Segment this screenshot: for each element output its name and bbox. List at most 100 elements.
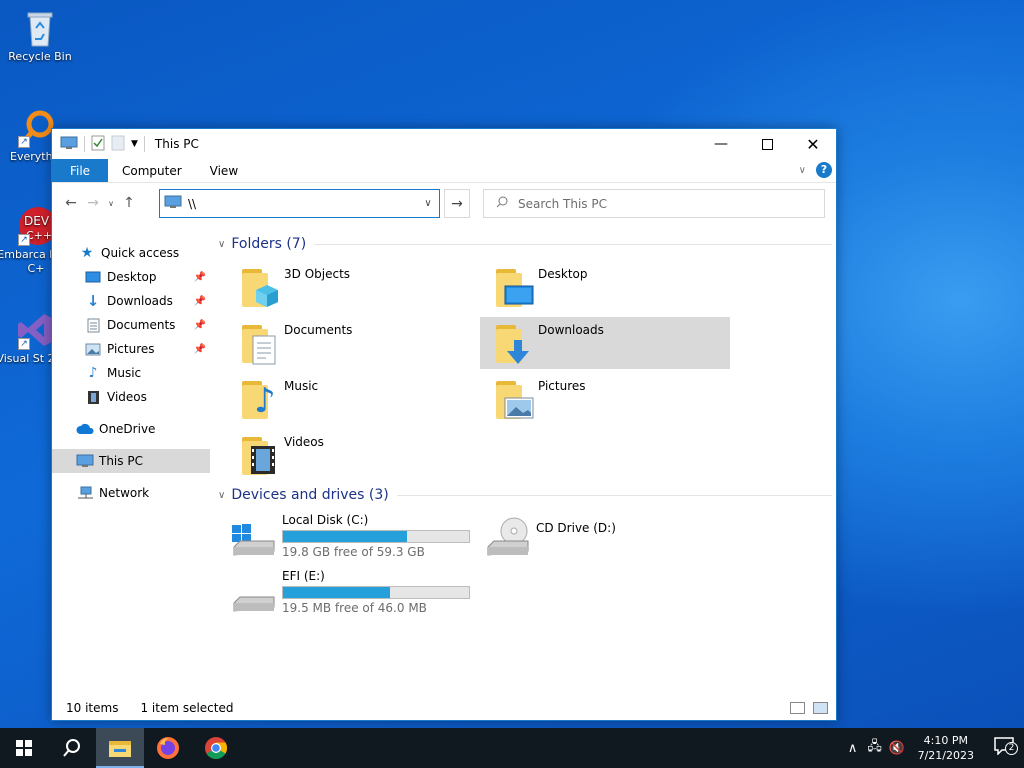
large-icons-view-icon[interactable] [813,702,828,714]
customize-toolbar-icon[interactable]: ▼ [131,139,138,149]
taskbar-chrome[interactable] [192,728,240,768]
folder-tile-music[interactable]: ♪ Music [232,373,482,425]
forward-button[interactable]: → [82,195,104,211]
status-bar: 10 items 1 item selected [52,696,836,720]
drive-tile-c[interactable]: Local Disk (C:) 19.8 GB free of 59.3 GB [230,513,480,565]
new-folder-icon[interactable] [111,135,125,154]
drive-label: CD Drive (D:) [536,521,616,535]
folder-label: Downloads [538,323,604,337]
music-note-icon: ♪ [88,365,98,381]
content-pane: ∨ Folders (7) 3D Objects Desktop Documen… [212,223,836,696]
cd-drive-icon [484,513,532,561]
drive-tile-d[interactable]: CD Drive (D:) [484,513,734,565]
folder-tile-3d-objects[interactable]: 3D Objects [232,261,482,313]
maximize-button[interactable] [744,129,790,159]
tab-view[interactable]: View [196,159,252,182]
sidebar-item-desktop[interactable]: Desktop 📌 [52,265,210,289]
drive-usage-bar [282,586,470,599]
sidebar-item-onedrive[interactable]: OneDrive [52,417,210,441]
address-input[interactable]: \\ [188,197,196,211]
folder-tile-downloads[interactable]: Downloads [480,317,730,369]
network-icon [76,485,94,501]
network-icon[interactable]: 🖧 [864,737,886,759]
hard-drive-icon [230,569,278,617]
search-button[interactable] [48,728,96,768]
section-title: Devices and drives (3) [231,487,389,503]
desktop-icon-label: Recycle Bin [8,50,72,63]
tab-computer[interactable]: Computer [108,159,196,182]
taskbar-firefox[interactable] [144,728,192,768]
navigation-bar: ← → ∨ ↑ \\ ∨ → Search This PC [52,183,836,223]
close-button[interactable]: ✕ [790,129,836,159]
folders-section-header[interactable]: ∨ Folders (7) [218,233,832,255]
file-explorer-window: ▼ This PC — ✕ File Computer View ∨ ? ← →… [51,128,837,721]
maximize-icon [761,138,773,150]
pin-icon[interactable]: 📌 [194,272,206,283]
sidebar-item-this-pc[interactable]: This PC [52,449,210,473]
back-button[interactable]: ← [60,195,82,211]
search-input[interactable]: Search This PC [518,197,607,211]
help-icon[interactable]: ? [816,162,832,178]
folder-tile-documents[interactable]: Documents [232,317,482,369]
windows-logo-icon [16,740,32,756]
up-button[interactable]: ↑ [118,195,140,211]
sidebar-item-videos[interactable]: Videos [52,385,210,409]
folder-tile-videos[interactable]: Videos [232,429,482,481]
clock-time: 4:10 PM [923,734,968,747]
sidebar-item-label: Desktop [107,270,157,284]
this-pc-icon [60,136,78,153]
address-bar[interactable]: \\ ∨ [159,189,440,218]
sidebar-item-music[interactable]: ♪ Music [52,361,210,385]
selection-count: 1 item selected [140,701,234,715]
volume-muted-icon[interactable]: 🔇 [886,741,908,756]
pin-icon[interactable]: 📌 [194,296,206,307]
sidebar-item-documents[interactable]: Documents 📌 [52,313,210,337]
folder-label: 3D Objects [284,267,351,281]
properties-icon[interactable] [91,135,105,154]
music-folder-icon: ♪ [238,377,282,421]
chevron-down-icon: ∨ [218,238,226,250]
picture-icon [84,341,102,357]
film-icon [84,389,102,405]
sidebar-item-network[interactable]: Network [52,481,210,505]
minimize-icon: — [714,136,728,152]
folder-tile-pictures[interactable]: Pictures [486,373,736,425]
sidebar-item-label: Network [99,486,150,500]
cloud-icon [76,421,94,437]
sidebar-item-downloads[interactable]: ↓ Downloads 📌 [52,289,210,313]
drive-tile-e[interactable]: EFI (E:) 19.5 MB free of 46.0 MB [230,569,480,621]
desktop-icon-recycle-bin[interactable]: Recycle Bin [0,8,80,64]
details-view-icon[interactable] [790,702,805,714]
taskbar-file-explorer[interactable] [96,728,144,768]
file-explorer-icon [109,741,131,757]
sidebar-item-quick-access[interactable]: ★ Quick access [52,241,210,265]
notifications-button[interactable]: 2 [984,737,1024,759]
chrome-icon [205,737,227,759]
folder-label: Documents [284,323,353,337]
pin-icon[interactable]: 📌 [194,320,206,331]
sidebar-item-pictures[interactable]: Pictures 📌 [52,337,210,361]
recent-locations-button[interactable]: ∨ [104,199,118,208]
recycle-bin-icon [20,8,60,48]
expand-ribbon-icon[interactable]: ∨ [799,165,806,176]
go-button[interactable]: → [444,189,470,218]
drives-section-header[interactable]: ∨ Devices and drives (3) [218,484,832,506]
shortcut-arrow-icon: ↗ [18,338,30,350]
separator [143,136,145,152]
section-title: Folders (7) [231,236,307,252]
search-box[interactable]: Search This PC [483,189,825,218]
folder-label: Videos [284,435,324,449]
chevron-down-icon[interactable]: ∨ [417,198,439,209]
pin-icon[interactable]: 📌 [194,344,206,355]
start-button[interactable] [0,728,48,768]
clock[interactable]: 4:10 PM 7/21/2023 [918,733,974,763]
folder-label: Desktop [538,267,588,281]
desktop-folder-icon [84,269,102,285]
shortcut-arrow-icon: ↗ [18,234,30,246]
tab-file[interactable]: File [52,159,108,182]
folder-tile-desktop[interactable]: Desktop [486,261,736,313]
computer-icon [76,453,94,469]
chevron-up-icon[interactable]: ∧ [842,741,864,756]
minimize-button[interactable]: — [698,129,744,159]
divider [396,494,832,496]
